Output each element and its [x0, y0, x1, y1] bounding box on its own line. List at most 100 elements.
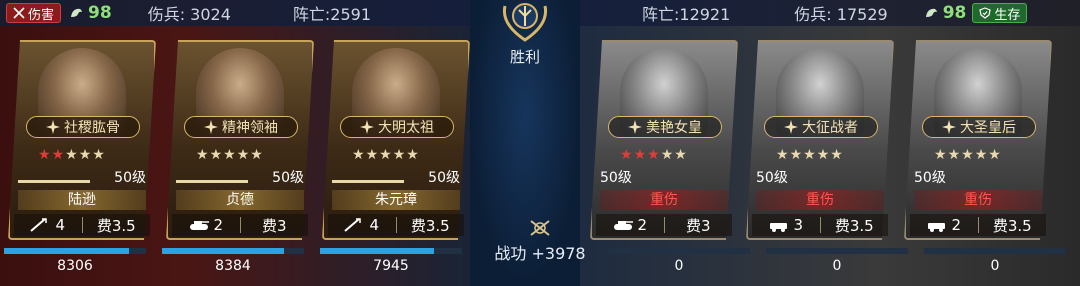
general-name: 贞德	[176, 190, 304, 210]
left-hp-value-2: 8384	[215, 258, 251, 274]
left-general-card-1[interactable]: 社稷肱骨 ★★★★★ 50级 陆逊 4 费3.5	[8, 40, 156, 240]
spear-icon	[344, 218, 362, 232]
level-bar	[176, 180, 248, 183]
compass-star-icon	[784, 120, 798, 134]
right-dead: 阵亡:12921	[642, 5, 731, 24]
unit-count: 2	[951, 216, 962, 234]
right-general-card-3[interactable]: 大圣皇后 ★★★★★ 50级 重伤 2 费3.5	[904, 40, 1052, 240]
general-name: 陆逊	[18, 190, 146, 210]
unit-count: 3	[793, 216, 804, 234]
general-title-plate: 美艳女皇	[608, 116, 722, 138]
cost-cell: 费3.5	[397, 215, 465, 236]
star-icon: ★	[209, 147, 224, 163]
star-icon: ★	[392, 147, 407, 163]
star-icon: ★	[365, 147, 380, 163]
merit-label: 战功 +3978	[494, 244, 586, 263]
left-morale: 98	[69, 3, 112, 23]
unit-row: 2 费3	[172, 214, 308, 236]
general-title-plate: 大征战者	[764, 116, 878, 138]
general-title: 大征战者	[802, 120, 858, 136]
flexed-arm-icon	[925, 8, 937, 17]
right-morale-value: 98	[942, 3, 967, 23]
laurel-crest-icon	[502, 3, 548, 42]
level-bar	[18, 180, 90, 183]
crossed-swords-merit-icon	[530, 220, 550, 236]
unit-row: 2 费3.5	[910, 214, 1046, 236]
star-icon: ★	[236, 147, 251, 163]
flexed-arm-icon	[71, 8, 83, 17]
survive-badge-label: 生存	[994, 7, 1021, 23]
right-hp-bar-3	[924, 248, 1066, 254]
left-dead: 阵亡:2591	[292, 5, 372, 24]
star-icon: ★	[379, 147, 393, 163]
star-icon: ★	[674, 147, 688, 163]
merit-display: 战功 +3978	[480, 218, 600, 264]
star-icon: ★	[660, 147, 675, 163]
general-name: 朱元璋	[332, 190, 460, 210]
right-wounded: 伤兵: 17529	[794, 5, 888, 24]
level-bar	[332, 180, 404, 183]
star-rating: ★★★★★	[620, 147, 688, 163]
general-title: 大明太祖	[378, 120, 434, 136]
compass-star-icon	[46, 120, 60, 134]
unit-count-cell: 4	[14, 216, 82, 234]
cost-cell: 费3	[665, 215, 733, 236]
star-icon: ★	[51, 147, 66, 163]
unit-cost: 费3	[261, 216, 287, 235]
star-icon: ★	[647, 147, 661, 163]
compass-star-icon	[360, 120, 374, 134]
unit-cost: 费3.5	[96, 216, 136, 235]
star-icon: ★	[816, 147, 831, 163]
unit-cost: 费3.5	[992, 216, 1032, 235]
unit-row: 3 费3.5	[752, 214, 888, 236]
hp-fill	[4, 248, 129, 254]
unit-row: 4 费3.5	[14, 214, 150, 236]
left-general-card-2[interactable]: 精神领袖 ★★★★★ 50级 贞德 2 费3	[166, 40, 314, 240]
damage-badge: 伤害	[6, 3, 62, 23]
unit-count: 4	[55, 216, 66, 234]
crossed-swords-icon	[13, 7, 25, 19]
star-rating: ★★★★★	[776, 147, 844, 163]
unit-row: 2 费3	[596, 214, 732, 236]
star-icon: ★	[78, 147, 93, 163]
unit-count-cell: 3	[752, 216, 820, 234]
left-general-card-3[interactable]: 大明太祖 ★★★★★ 50级 朱元璋 4 费3.5	[322, 40, 470, 240]
general-level: 50级	[600, 170, 632, 186]
unit-cost: 费3	[685, 216, 711, 235]
star-rating: ★★★★★	[934, 147, 1002, 163]
star-icon: ★	[65, 147, 79, 163]
right-general-card-2[interactable]: 大征战者 ★★★★★ 50级 重伤 3 费3.5	[746, 40, 894, 240]
general-level: 50级	[272, 170, 304, 186]
star-icon: ★	[789, 147, 804, 163]
left-stats-bar: 伤害 98 伤兵: 3024 阵亡:2591	[0, 0, 470, 26]
right-stats-bar: 阵亡:12921 伤兵: 17529 98 生存	[580, 0, 1080, 26]
general-title: 社稷肱骨	[64, 120, 120, 136]
right-general-card-1[interactable]: 美艳女皇 ★★★★★ 50级 重伤 2 费3	[590, 40, 738, 240]
right-hp-bar-2	[766, 248, 908, 254]
general-name: 重伤	[756, 190, 884, 210]
left-hp-value-1: 8306	[57, 258, 93, 274]
right-hp-value-2: 0	[832, 258, 842, 274]
general-name: 重伤	[600, 190, 728, 210]
general-level: 50级	[914, 170, 946, 186]
left-wounded: 伤兵: 3024	[147, 5, 231, 24]
cost-cell: 费3	[241, 215, 309, 236]
unit-count: 2	[213, 216, 224, 234]
general-name: 重伤	[914, 190, 1042, 210]
star-icon: ★	[830, 147, 844, 163]
star-icon: ★	[974, 147, 989, 163]
general-title-plate: 社稷肱骨	[26, 116, 140, 138]
right-morale: 98	[924, 3, 967, 23]
star-rating: ★★★★★	[352, 147, 420, 163]
unit-row: 4 费3.5	[328, 214, 464, 236]
general-title-plate: 大圣皇后	[922, 116, 1036, 138]
star-icon: ★	[406, 147, 420, 163]
star-icon: ★	[803, 147, 817, 163]
left-hp-bar-3	[320, 248, 462, 254]
compass-star-icon	[204, 120, 218, 134]
star-icon: ★	[38, 147, 52, 163]
star-rating: ★★★★★	[196, 147, 264, 163]
star-icon: ★	[961, 147, 975, 163]
general-title: 精神领袖	[222, 120, 278, 136]
star-icon: ★	[633, 147, 648, 163]
